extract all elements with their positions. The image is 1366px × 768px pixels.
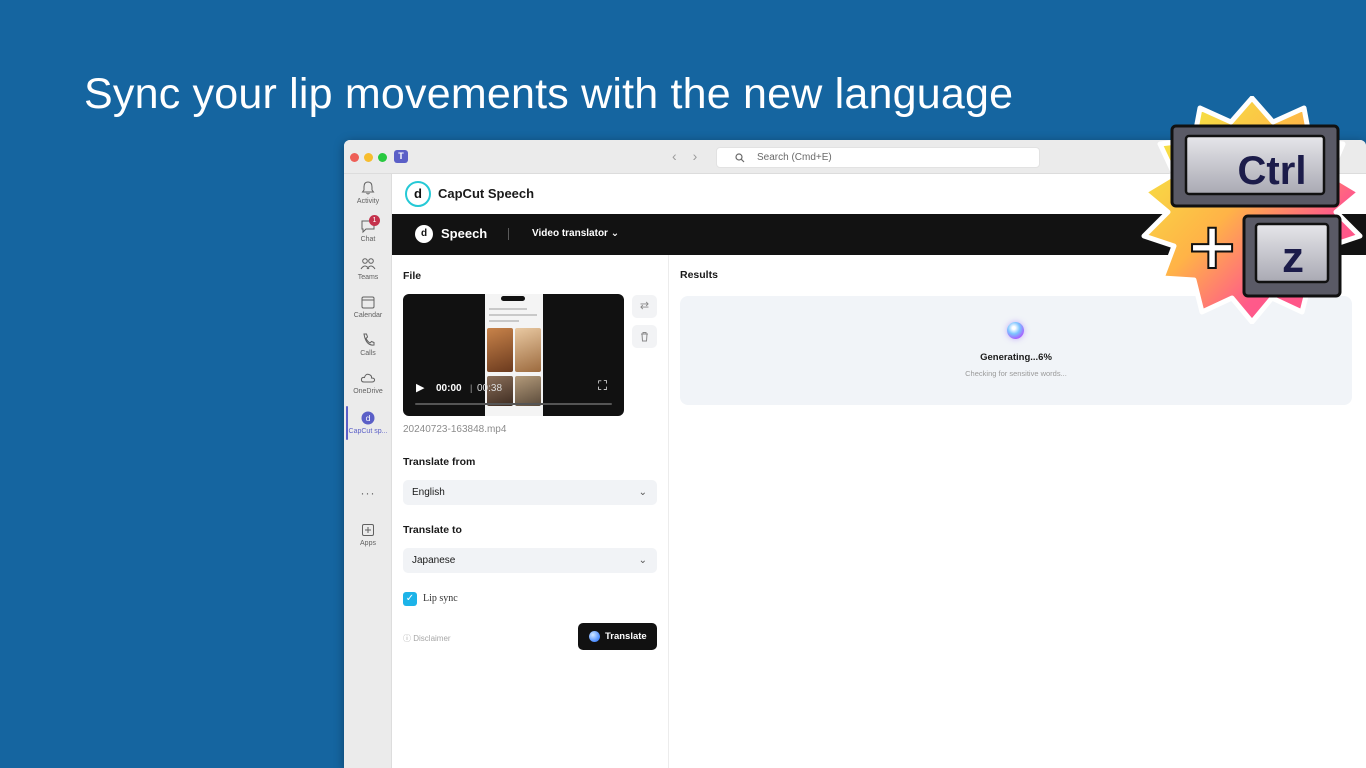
cloud-icon — [360, 373, 376, 383]
input-panel: File ▶ 00:00 | 00:38 ⛶ ⇄ 20240723-163848… — [392, 255, 669, 768]
replace-file-button[interactable]: ⇄ — [632, 295, 657, 318]
info-icon: ⓘ — [403, 634, 414, 643]
plus-square-icon — [362, 524, 374, 536]
svg-text:d: d — [365, 414, 370, 423]
play-icon[interactable]: ▶ — [416, 381, 424, 394]
sticker-z-label: z — [1282, 233, 1304, 282]
sticker-ctrl-label: Ctrl — [1238, 149, 1307, 193]
more-apps-icon[interactable]: ··· — [344, 486, 392, 500]
search-placeholder: Search (Cmd+E) — [757, 152, 832, 163]
rail-item-onedrive[interactable]: OneDrive — [344, 370, 392, 395]
minimize-window-button[interactable] — [364, 153, 373, 162]
rail-label: Apps — [360, 540, 376, 547]
translate-button-label: Translate — [605, 631, 647, 642]
speech-logo-icon: d — [415, 225, 433, 243]
search-input[interactable]: Search (Cmd+E) — [716, 147, 1040, 168]
sticker-plus: + — [1185, 210, 1239, 284]
rail-item-activity[interactable]: Activity — [344, 180, 392, 205]
nav-tool-label: Video translator — [532, 228, 608, 239]
rail-label: Activity — [356, 198, 380, 205]
slide-title: Sync your lip movements with the new lan… — [84, 70, 1014, 118]
lip-sync-label[interactable]: Lip sync — [423, 593, 458, 604]
forward-arrow-icon[interactable]: › — [693, 148, 698, 164]
results-label: Results — [680, 269, 718, 281]
rail-label: Teams — [357, 274, 379, 281]
search-icon — [735, 148, 745, 170]
capcut-icon: d — [361, 411, 375, 425]
rail-item-chat[interactable]: 1 Chat — [344, 215, 392, 243]
generation-status: Generating...6% — [980, 352, 1052, 363]
translate-button[interactable]: Translate — [578, 623, 657, 650]
fullscreen-icon[interactable]: ⛶ — [598, 379, 610, 392]
phone-icon — [363, 333, 375, 346]
history-nav: ‹ › — [672, 148, 709, 164]
teams-icon — [360, 258, 376, 270]
back-arrow-icon[interactable]: ‹ — [672, 148, 677, 164]
rail-item-calls[interactable]: Calls — [344, 332, 392, 357]
close-window-button[interactable] — [350, 153, 359, 162]
chat-badge: 1 — [369, 215, 380, 226]
rail-item-capcut[interactable]: d CapCut sp... — [344, 406, 392, 440]
video-controls: ▶ 00:00 | 00:38 ⛶ — [403, 376, 624, 416]
checkmark-icon: ✓ — [405, 593, 415, 604]
teams-logo-icon: T — [394, 150, 408, 163]
lip-sync-checkbox[interactable]: ✓ — [403, 592, 417, 606]
video-translator-dropdown[interactable]: Video translator ⌄ — [532, 228, 619, 239]
duration: 00:38 — [477, 383, 503, 394]
rail-item-calendar[interactable]: Calendar — [344, 294, 392, 319]
translate-from-label: Translate from — [403, 456, 476, 468]
chevron-down-icon: ⌄ — [638, 487, 647, 498]
rail-label: OneDrive — [353, 388, 383, 395]
rail-item-teams[interactable]: Teams — [344, 256, 392, 281]
rail-label: CapCut sp... — [348, 428, 388, 435]
current-time: 00:00 — [436, 383, 462, 394]
rail-label: Calendar — [353, 312, 383, 319]
capcut-logo-icon: d — [405, 181, 431, 207]
bell-icon — [361, 181, 375, 195]
chevron-down-icon: ⌄ — [610, 228, 620, 239]
rail-label: Calls — [360, 350, 376, 357]
rail-label: Chat — [360, 236, 376, 243]
trash-icon — [641, 332, 648, 342]
generation-substatus: Checking for sensitive words... — [965, 369, 1067, 378]
app-title: CapCut Speech — [438, 186, 535, 201]
calendar-icon — [361, 296, 375, 309]
ctrl-z-sticker: Ctrl + z — [1141, 96, 1363, 324]
file-label: File — [403, 270, 422, 282]
app-rail: Activity 1 Chat Teams Calendar Calls One… — [344, 174, 392, 768]
zoom-window-button[interactable] — [378, 153, 387, 162]
video-scrubber[interactable] — [415, 403, 612, 405]
chevron-down-icon: ⌄ — [638, 555, 647, 566]
loading-orb-icon — [1007, 322, 1024, 339]
file-name: 20240723-163848.mp4 — [403, 424, 507, 435]
video-preview[interactable]: ▶ 00:00 | 00:38 ⛶ — [403, 294, 624, 416]
disclaimer-text: Disclaimer — [413, 634, 451, 643]
translate-to-select[interactable]: Japanese ⌄ — [403, 548, 657, 573]
translate-from-select[interactable]: English ⌄ — [403, 480, 657, 505]
nav-speech[interactable]: Speech — [441, 226, 487, 241]
translate-orb-icon — [589, 631, 600, 642]
translate-from-value: English — [412, 487, 445, 498]
translate-to-label: Translate to — [403, 524, 462, 536]
time-separator: | — [470, 383, 473, 393]
rail-item-apps[interactable]: Apps — [344, 522, 392, 547]
translate-to-value: Japanese — [412, 555, 456, 566]
swap-icon: ⇄ — [639, 300, 650, 312]
delete-file-button[interactable] — [632, 325, 657, 348]
disclaimer-link[interactable]: ⓘ Disclaimer — [403, 633, 451, 644]
nav-divider — [508, 228, 509, 240]
